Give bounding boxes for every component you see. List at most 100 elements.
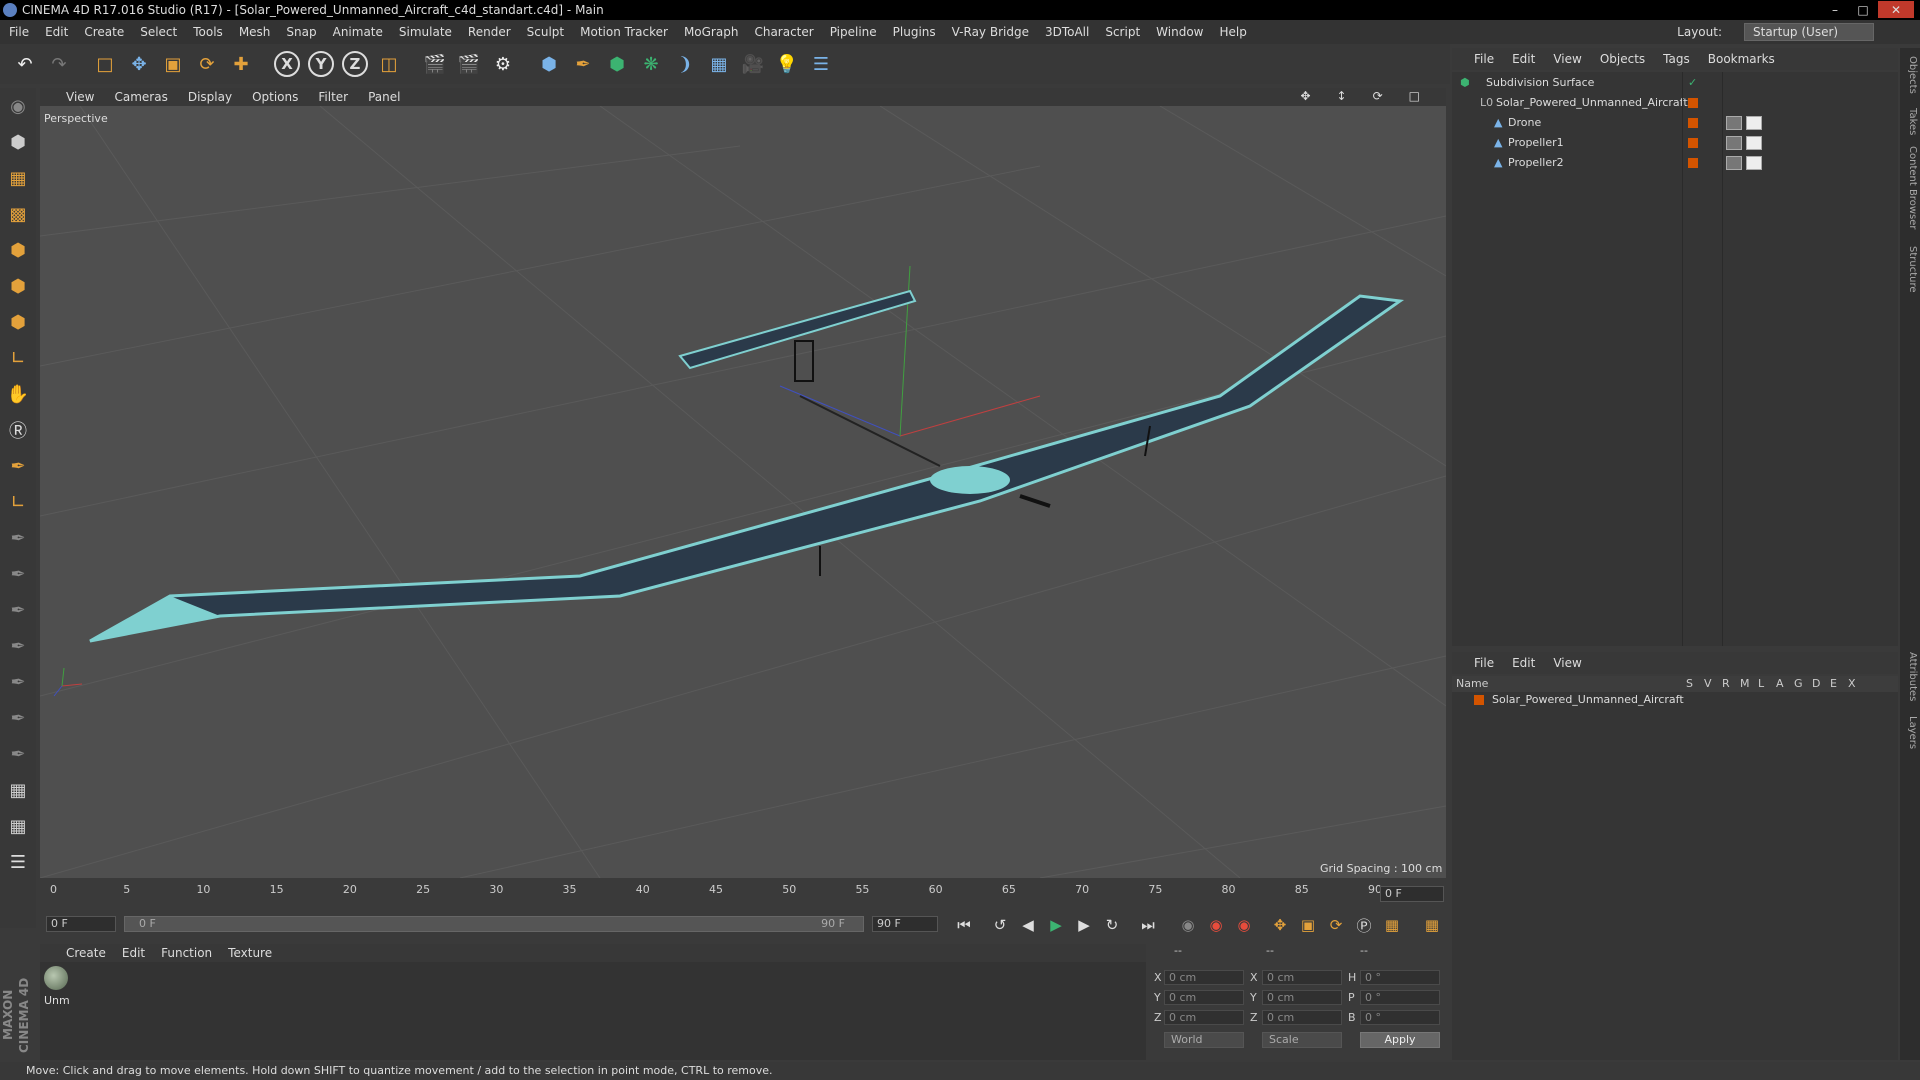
sculpt-brush-5-icon[interactable]: ✒ — [0, 664, 36, 700]
layer-color-badge[interactable] — [1688, 138, 1698, 148]
layer-col-render[interactable]: R — [1722, 676, 1730, 692]
python-icon[interactable]: ☰ — [806, 48, 836, 80]
redo-icon[interactable]: ↷ — [44, 48, 74, 80]
end-frame-field[interactable]: 90 F — [872, 916, 938, 932]
menu-snap[interactable]: Snap — [286, 25, 316, 39]
object-name[interactable]: Drone — [1508, 114, 1541, 132]
layers-menu-view[interactable]: View — [1553, 656, 1581, 670]
viewport-move-icon[interactable]: ✥ — [1300, 89, 1310, 103]
sculpt-brush-4-icon[interactable]: ✒ — [0, 628, 36, 664]
light-icon[interactable]: 💡 — [772, 48, 802, 80]
object-name[interactable]: Solar_Powered_Unmanned_Aircraft — [1496, 94, 1688, 112]
menu-motion-tracker[interactable]: Motion Tracker — [580, 25, 668, 39]
sculpt-brush-7-icon[interactable]: ✒ — [0, 736, 36, 772]
rotate-tool-icon[interactable]: ⟳ — [192, 48, 222, 80]
side-tab-structure[interactable]: Structure — [1902, 246, 1918, 293]
object-name[interactable]: Propeller2 — [1508, 154, 1564, 172]
viewport-zoom-icon[interactable]: ↕ — [1337, 89, 1347, 103]
menu-mesh[interactable]: Mesh — [239, 25, 271, 39]
menu-file[interactable]: File — [9, 25, 29, 39]
key-pla-icon[interactable]: ▦ — [1380, 913, 1404, 937]
make-editable-icon[interactable]: ◉ — [0, 88, 36, 124]
material-name[interactable]: Unm — [44, 994, 70, 1007]
floor-environment-icon[interactable]: ▦ — [704, 48, 734, 80]
points-mode-icon[interactable]: ⬢ — [0, 232, 36, 268]
objects-menu-bookmarks[interactable]: Bookmarks — [1708, 52, 1775, 66]
menu-select[interactable]: Select — [140, 25, 177, 39]
layer-col-animation[interactable]: A — [1776, 676, 1784, 692]
menu-window[interactable]: Window — [1156, 25, 1203, 39]
menu-script[interactable]: Script — [1105, 25, 1140, 39]
side-tab-attributes[interactable]: Attributes — [1902, 652, 1918, 701]
texture-mode-icon[interactable]: ▦ — [0, 160, 36, 196]
menu-edit[interactable]: Edit — [45, 25, 68, 39]
undo-icon[interactable]: ↶ — [10, 48, 40, 80]
menu-create[interactable]: Create — [84, 25, 124, 39]
material-menu-edit[interactable]: Edit — [122, 946, 145, 960]
previous-frame-icon[interactable]: ◀ — [1016, 913, 1040, 937]
axis-mode-icon[interactable]: ∟ — [0, 340, 36, 376]
go-to-start-icon[interactable]: ⏮ — [952, 913, 976, 937]
menu-plugins[interactable]: Plugins — [893, 25, 936, 39]
object-name[interactable]: Subdivision Surface — [1486, 74, 1594, 92]
size-x-field[interactable]: 0 cm — [1262, 970, 1342, 985]
sculpt-brush-2-icon[interactable]: ✒ — [0, 556, 36, 592]
viewport-menu-options[interactable]: Options — [252, 90, 298, 104]
rotation-h-field[interactable]: 0 ° — [1360, 970, 1440, 985]
viewport-rotate-icon[interactable]: ⟳ — [1373, 89, 1383, 103]
scale-tool-icon[interactable]: ▣ — [158, 48, 188, 80]
layer-color-badge[interactable] — [1688, 158, 1698, 168]
objects-menu-objects[interactable]: Objects — [1600, 52, 1645, 66]
rotation-p-field[interactable]: 0 ° — [1360, 990, 1440, 1005]
viewport-maximize-icon[interactable]: □ — [1409, 89, 1420, 103]
next-frame-icon[interactable]: ▶ — [1072, 913, 1096, 937]
layer-col-expressions[interactable]: E — [1830, 676, 1837, 692]
workplane-mode-icon[interactable]: ▩ — [0, 196, 36, 232]
menu-pipeline[interactable]: Pipeline — [830, 25, 877, 39]
objects-menu-edit[interactable]: Edit — [1512, 52, 1535, 66]
coord-system-dropdown[interactable]: World — [1164, 1032, 1244, 1048]
subdivision-surface-icon[interactable]: ⬢ — [602, 48, 632, 80]
size-mode-dropdown[interactable]: Scale — [1262, 1032, 1342, 1048]
menu-mograph[interactable]: MoGraph — [684, 25, 739, 39]
menu-help[interactable]: Help — [1219, 25, 1246, 39]
layer-color-swatch[interactable] — [1474, 695, 1484, 705]
record-keys-icon[interactable]: ◉ — [1176, 913, 1200, 937]
layer-color-badge[interactable] — [1688, 98, 1698, 108]
render-view-icon[interactable]: 🎬 — [420, 48, 450, 80]
position-y-field[interactable]: 0 cm — [1164, 990, 1244, 1005]
material-tag-icon[interactable] — [1726, 116, 1742, 130]
autokey-icon[interactable]: ◉ — [1204, 913, 1228, 937]
layer-name[interactable]: Solar_Powered_Unmanned_Aircraft — [1492, 692, 1684, 708]
start-frame-field[interactable]: 0 F — [46, 916, 116, 932]
enabled-check-icon[interactable]: ✓ — [1688, 74, 1697, 92]
menu-sculpt[interactable]: Sculpt — [527, 25, 564, 39]
coordinate-system-icon[interactable]: ◫ — [374, 48, 404, 80]
menu-vray-bridge[interactable]: V-Ray Bridge — [952, 25, 1029, 39]
layer-row[interactable]: Solar_Powered_Unmanned_Aircraft — [1452, 692, 1898, 708]
layer-col-solo[interactable]: S — [1686, 676, 1693, 692]
layers-menu-file[interactable]: File — [1474, 656, 1494, 670]
material-tag-icon[interactable] — [1726, 156, 1742, 170]
object-name[interactable]: Propeller1 — [1508, 134, 1564, 152]
model-mode-icon[interactable]: ⬢ — [0, 124, 36, 160]
apply-button[interactable]: Apply — [1360, 1032, 1440, 1048]
viewport-menu-display[interactable]: Display — [188, 90, 232, 104]
grid-settings-icon[interactable]: ▦ — [0, 808, 36, 844]
spline-pen-icon[interactable]: ✒ — [568, 48, 598, 80]
next-key-icon[interactable]: ↻ — [1100, 913, 1124, 937]
deformer-icon[interactable]: ❩ — [670, 48, 700, 80]
frame-range-slider[interactable]: 0 F 90 F — [124, 916, 864, 932]
python-script-icon[interactable]: ☰ — [0, 844, 36, 880]
previous-key-icon[interactable]: ↺ — [988, 913, 1012, 937]
object-row[interactable]: ▲ Propeller2 — [1452, 154, 1898, 172]
material-menu-texture[interactable]: Texture — [228, 946, 272, 960]
side-tab-content-browser[interactable]: Content Browser — [1902, 146, 1918, 229]
object-row[interactable]: L0 Solar_Powered_Unmanned_Aircraft — [1452, 94, 1898, 112]
texture-tag-icon[interactable] — [1746, 116, 1762, 130]
material-thumbnail[interactable] — [44, 966, 68, 990]
object-row[interactable]: ▲ Drone — [1452, 114, 1898, 132]
edges-mode-icon[interactable]: ⬢ — [0, 268, 36, 304]
render-picture-viewer-icon[interactable]: 🎬 — [454, 48, 484, 80]
objects-menu-view[interactable]: View — [1553, 52, 1581, 66]
